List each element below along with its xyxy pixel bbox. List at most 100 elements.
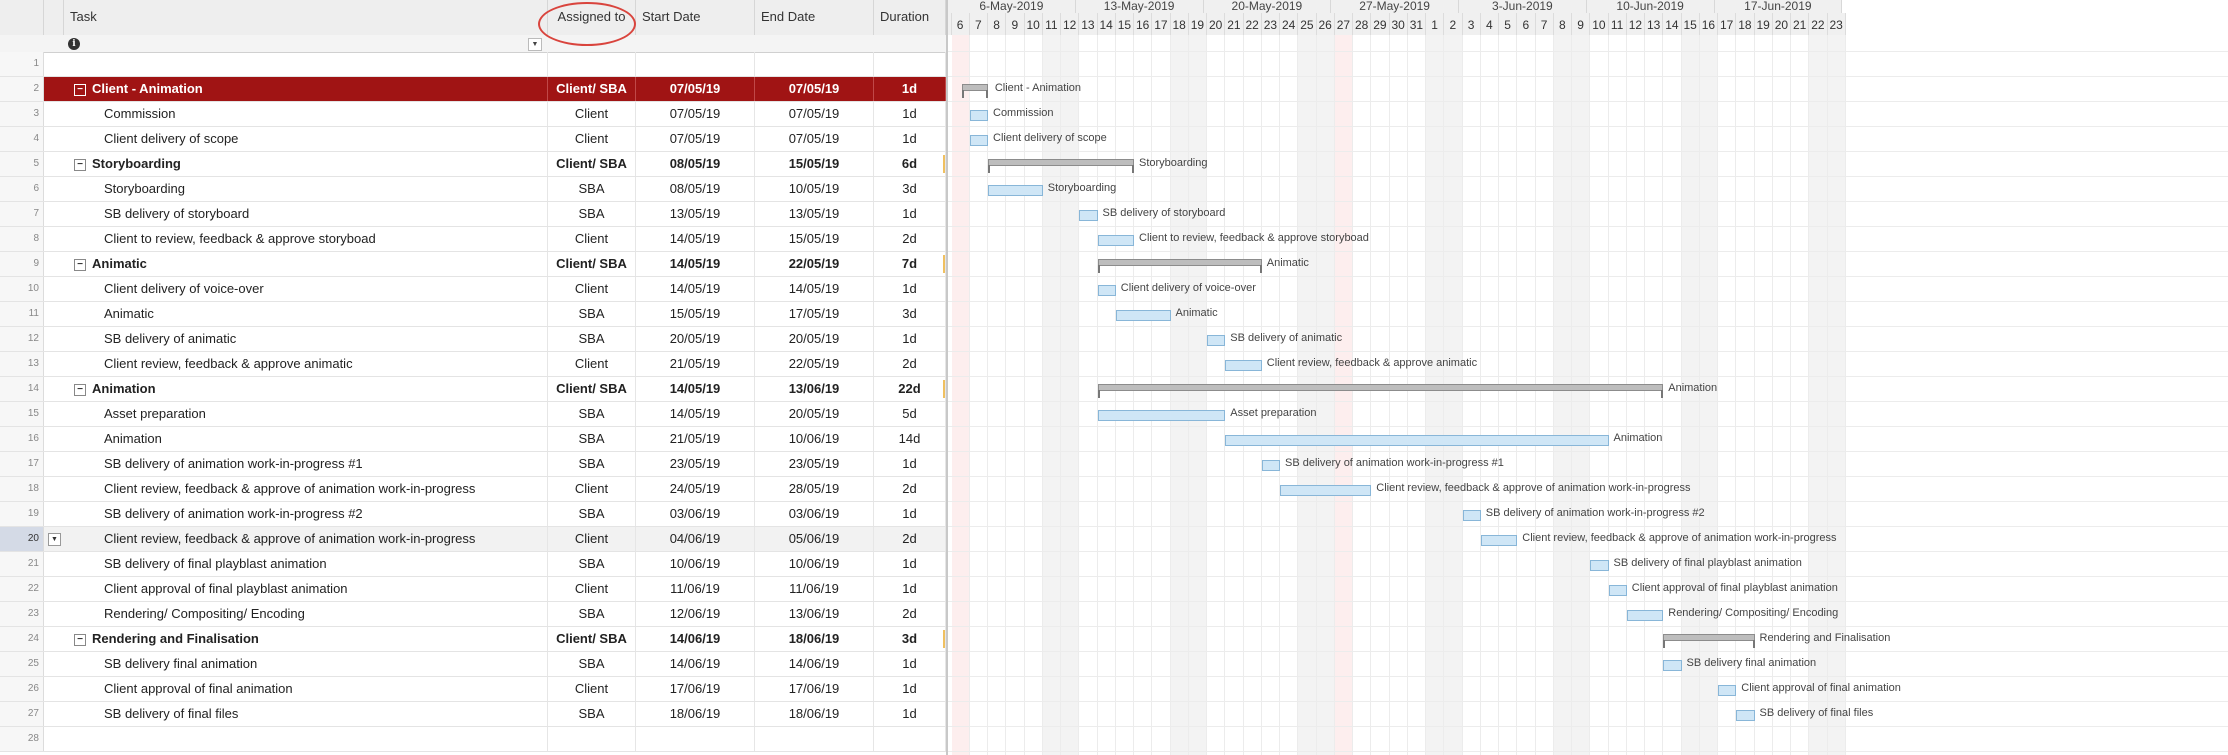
gantt-task-bar[interactable] xyxy=(1608,585,1627,596)
end-date-cell[interactable]: 23/05/19 xyxy=(755,452,874,476)
start-date-cell[interactable]: 12/06/19 xyxy=(636,602,755,626)
row-number[interactable]: 12 xyxy=(0,327,44,351)
start-date-cell[interactable]: 14/05/19 xyxy=(636,377,755,401)
duration-cell[interactable]: 1d xyxy=(874,102,946,126)
column-header-assigned[interactable]: Assigned to xyxy=(548,0,636,35)
collapse-minus-icon[interactable]: − xyxy=(74,383,86,396)
assigned-cell[interactable]: Client xyxy=(548,277,636,301)
table-row[interactable]: 20 ▼ Client review, feedback & approve of … xyxy=(0,527,946,552)
duration-cell[interactable]: 1d xyxy=(874,277,946,301)
row-menu-chevron-down-icon[interactable]: ▼ xyxy=(48,533,61,546)
assigned-cell[interactable]: Client xyxy=(548,577,636,601)
end-date-cell[interactable]: 14/06/19 xyxy=(755,652,874,676)
start-date-cell[interactable]: 10/06/19 xyxy=(636,552,755,576)
start-date-cell[interactable]: 07/05/19 xyxy=(636,102,755,126)
row-number[interactable]: 2 xyxy=(0,77,44,101)
row-number[interactable]: 14 xyxy=(0,377,44,401)
row-number[interactable]: 10 xyxy=(0,277,44,301)
assigned-cell[interactable]: SBA xyxy=(548,602,636,626)
end-date-cell[interactable]: 10/06/19 xyxy=(755,552,874,576)
row-number[interactable]: 24 xyxy=(0,627,44,651)
task-cell[interactable]: Client to review, feedback & approve sto… xyxy=(64,227,548,251)
row-number[interactable]: 4 xyxy=(0,127,44,151)
collapse-minus-icon[interactable]: − xyxy=(74,83,86,96)
start-date-cell[interactable]: 14/06/19 xyxy=(636,652,755,676)
end-date-cell[interactable]: 13/05/19 xyxy=(755,202,874,226)
gantt-task-bar[interactable] xyxy=(1261,460,1280,471)
assigned-cell[interactable]: SBA xyxy=(548,552,636,576)
start-date-cell[interactable]: 21/05/19 xyxy=(636,427,755,451)
task-cell[interactable]: − Animatic xyxy=(64,252,548,276)
start-date-cell[interactable]: 13/05/19 xyxy=(636,202,755,226)
task-cell[interactable]: Storyboarding xyxy=(64,177,548,201)
end-date-cell[interactable]: 15/05/19 xyxy=(755,152,874,176)
assigned-cell[interactable]: Client xyxy=(548,352,636,376)
assigned-cell[interactable]: SBA xyxy=(548,327,636,351)
table-row[interactable]: 16 Animation SBA 21/05/19 10/06/19 14d xyxy=(0,427,946,452)
task-cell[interactable]: SB delivery of final files xyxy=(64,702,548,726)
gantt-task-bar[interactable] xyxy=(1207,335,1226,346)
end-date-cell[interactable]: 18/06/19 xyxy=(755,702,874,726)
task-cell[interactable]: Client delivery of scope xyxy=(64,127,548,151)
start-date-cell[interactable]: 21/05/19 xyxy=(636,352,755,376)
task-cell[interactable]: SB delivery of storyboard xyxy=(64,202,548,226)
gantt-task-bar[interactable] xyxy=(969,110,988,121)
start-date-cell[interactable]: 14/05/19 xyxy=(636,402,755,426)
row-number[interactable]: 16 xyxy=(0,427,44,451)
row-number[interactable]: 19 xyxy=(0,502,44,526)
start-date-cell[interactable]: 08/05/19 xyxy=(636,177,755,201)
duration-cell[interactable]: 1d xyxy=(874,502,946,526)
row-number[interactable]: 3 xyxy=(0,102,44,126)
table-row[interactable]: 28 xyxy=(0,727,946,752)
gantt-task-bar[interactable] xyxy=(1115,310,1171,321)
start-date-cell[interactable]: 08/05/19 xyxy=(636,152,755,176)
gantt-summary-bar[interactable] xyxy=(1097,384,1664,398)
duration-cell[interactable]: 1d xyxy=(874,702,946,726)
table-row[interactable]: 2− Client - Animation Client/ SBA 07/05/19 0… xyxy=(0,77,946,102)
table-row[interactable]: 11 Animatic SBA 15/05/19 17/05/19 3d xyxy=(0,302,946,327)
start-date-cell[interactable]: 18/06/19 xyxy=(636,702,755,726)
row-number[interactable]: 17 xyxy=(0,452,44,476)
assigned-cell[interactable]: Client xyxy=(548,227,636,251)
duration-cell[interactable]: 5d xyxy=(874,402,946,426)
table-row[interactable]: 26 Client approval of final animation Clie… xyxy=(0,677,946,702)
column-header-duration[interactable]: Duration xyxy=(874,0,946,35)
duration-cell[interactable]: 3d xyxy=(874,302,946,326)
task-cell[interactable]: Asset preparation xyxy=(64,402,548,426)
row-number[interactable]: 11 xyxy=(0,302,44,326)
end-date-cell[interactable]: 11/06/19 xyxy=(755,577,874,601)
table-row[interactable]: 4 Client delivery of scope Client 07/05/19 0… xyxy=(0,127,946,152)
duration-cell[interactable]: 1d xyxy=(874,652,946,676)
duration-cell[interactable]: 1d xyxy=(874,77,946,101)
assigned-cell[interactable] xyxy=(548,52,636,76)
table-row[interactable]: 5− Storyboarding Client/ SBA 08/05/19 15/05/… xyxy=(0,152,946,177)
row-number[interactable]: 6 xyxy=(0,177,44,201)
table-row[interactable]: 15 Asset preparation SBA 14/05/19 20/05/19 5d xyxy=(0,402,946,427)
task-cell[interactable]: SB delivery of final playblast animation xyxy=(64,552,548,576)
assigned-cell[interactable]: Client xyxy=(548,677,636,701)
gantt-summary-bar[interactable] xyxy=(988,159,1134,173)
start-date-cell[interactable]: 11/06/19 xyxy=(636,577,755,601)
end-date-cell[interactable]: 15/05/19 xyxy=(755,227,874,251)
table-row[interactable]: 13 Client review, feedback & approve anim… xyxy=(0,352,946,377)
collapse-minus-icon[interactable]: − xyxy=(74,633,86,646)
row-number[interactable]: 23 xyxy=(0,602,44,626)
end-date-cell[interactable]: 20/05/19 xyxy=(755,402,874,426)
table-row[interactable]: 14− Animation Client/ SBA 14/05/19 13/06/19 2… xyxy=(0,377,946,402)
end-date-cell[interactable]: 22/05/19 xyxy=(755,352,874,376)
assigned-cell[interactable]: Client xyxy=(548,127,636,151)
task-cell[interactable]: Client review, feedback & approve of ani… xyxy=(64,527,548,551)
end-date-cell[interactable]: 17/06/19 xyxy=(755,677,874,701)
assigned-cell[interactable]: Client/ SBA xyxy=(548,627,636,651)
row-number[interactable]: 28 xyxy=(0,727,44,751)
start-date-cell[interactable]: 07/05/19 xyxy=(636,77,755,101)
duration-cell[interactable]: 1d xyxy=(874,677,946,701)
table-row[interactable]: 6 Storyboarding SBA 08/05/19 10/05/19 3d xyxy=(0,177,946,202)
assigned-cell[interactable]: Client/ SBA xyxy=(548,252,636,276)
row-number[interactable]: 18 xyxy=(0,477,44,501)
assigned-cell[interactable]: SBA xyxy=(548,402,636,426)
task-cell[interactable]: Client review, feedback & approve animat… xyxy=(64,352,548,376)
task-cell[interactable]: − Animation xyxy=(64,377,548,401)
end-date-cell[interactable]: 10/05/19 xyxy=(755,177,874,201)
start-date-cell[interactable]: 17/06/19 xyxy=(636,677,755,701)
